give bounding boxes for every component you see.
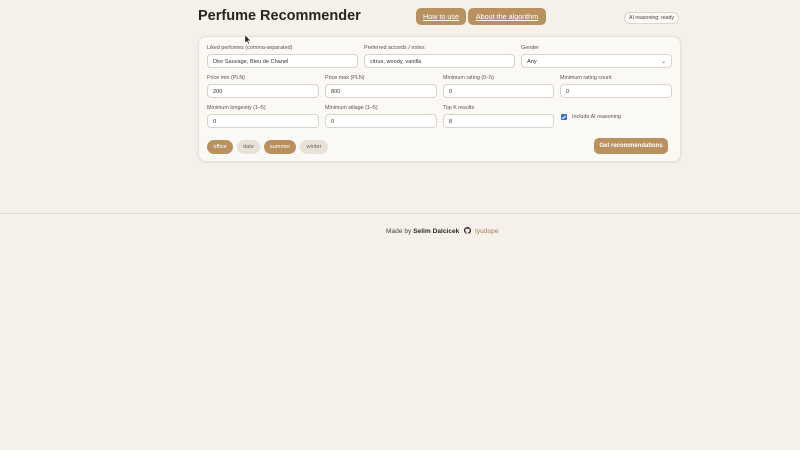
footer-github-link[interactable]: tyudope bbox=[475, 228, 498, 235]
top-k-label: Top K results bbox=[443, 105, 475, 111]
footer-made-by: Made by bbox=[386, 228, 412, 235]
min-rating-input[interactable]: 0 bbox=[443, 84, 554, 98]
chip-office[interactable]: office bbox=[207, 140, 233, 154]
about-algorithm-button[interactable]: About the algorithm bbox=[468, 8, 546, 25]
gender-select-value: Any bbox=[527, 59, 537, 65]
header: Perfume Recommender How to use About the… bbox=[198, 7, 680, 27]
chip-winter[interactable]: winter bbox=[300, 140, 328, 154]
min-longevity-input[interactable]: 0 bbox=[207, 114, 319, 128]
accords-label: Preferred accords / notes bbox=[364, 45, 425, 51]
chip-date[interactable]: date bbox=[237, 140, 260, 154]
chip-summer[interactable]: summer bbox=[264, 140, 296, 154]
get-recommendations-button[interactable]: Get recommendations bbox=[594, 138, 668, 154]
liked-perfumes-label: Liked perfumes (comma-separated) bbox=[207, 45, 293, 51]
footer: Made by Selim Dalcicek tyudope bbox=[386, 227, 498, 237]
gender-select[interactable]: Any ⌄ bbox=[521, 54, 672, 68]
liked-perfumes-input[interactable]: Dior Sauvage, Bleu de Chanel bbox=[207, 54, 358, 68]
footer-author: Selim Dalcicek bbox=[413, 228, 460, 235]
include-ai-label: Include AI reasoning bbox=[572, 114, 621, 120]
github-icon bbox=[464, 227, 472, 234]
price-max-input[interactable]: 800 bbox=[325, 84, 437, 98]
mouse-pointer-icon bbox=[244, 35, 252, 45]
min-sillage-label: Minimum sillage (1–5) bbox=[325, 105, 378, 111]
top-k-input[interactable]: 8 bbox=[443, 114, 554, 128]
recommendation-form: Liked perfumes (comma-separated) Dior Sa… bbox=[198, 36, 681, 162]
min-rating-count-label: Minimum rating count bbox=[560, 75, 612, 81]
footer-divider bbox=[0, 213, 800, 214]
gender-label: Gender bbox=[521, 45, 539, 51]
min-rating-label: Minimum rating (0–5) bbox=[443, 75, 494, 81]
min-sillage-input[interactable]: 0 bbox=[325, 114, 437, 128]
status-badge: AI reasoning: ready bbox=[624, 12, 679, 24]
price-min-input[interactable]: 200 bbox=[207, 84, 319, 98]
include-ai-checkbox[interactable] bbox=[561, 114, 567, 120]
min-longevity-label: Minimum longevity (1–5) bbox=[207, 105, 266, 111]
price-min-label: Price min (PLN) bbox=[207, 75, 246, 81]
min-rating-count-input[interactable]: 0 bbox=[560, 84, 672, 98]
chevron-down-icon: ⌄ bbox=[660, 59, 666, 65]
accords-input[interactable]: citrus, woody, vanilla bbox=[364, 54, 515, 68]
how-to-use-button[interactable]: How to use bbox=[416, 8, 466, 25]
page-title: Perfume Recommender bbox=[198, 8, 361, 24]
price-max-label: Price max (PLN) bbox=[325, 75, 365, 81]
